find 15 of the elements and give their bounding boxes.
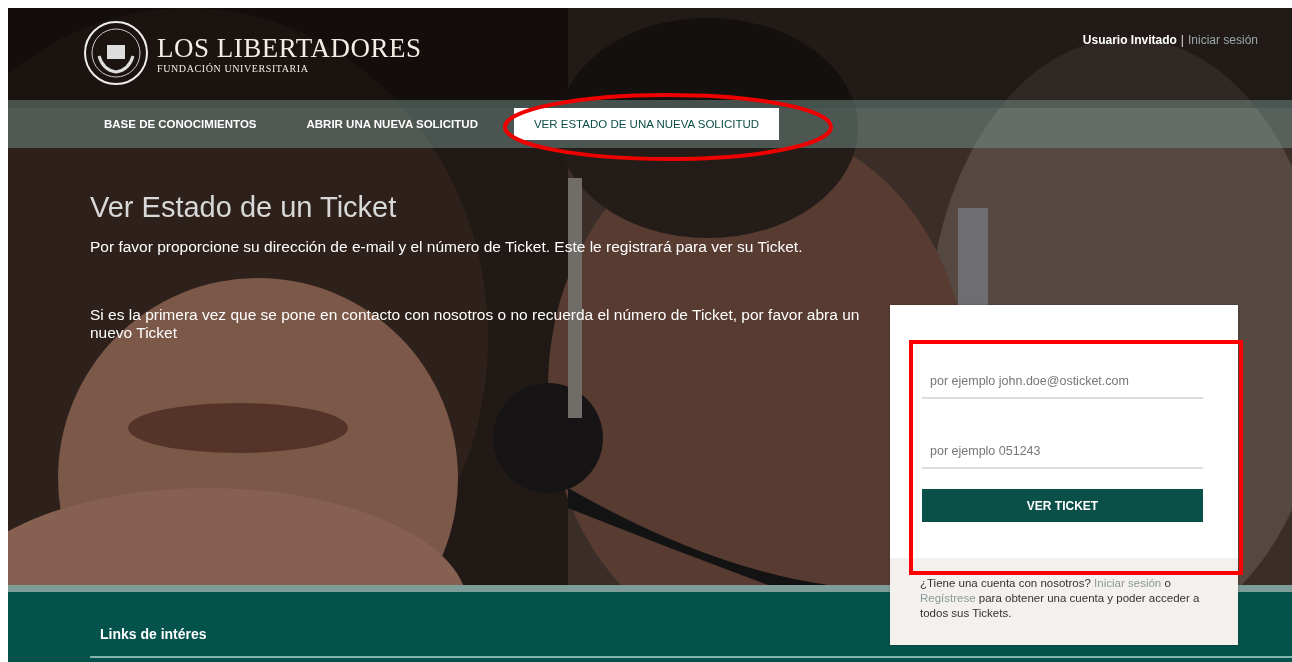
footer-heading: Links de intéres xyxy=(99,626,208,642)
seal-icon xyxy=(83,20,149,86)
account-note: ¿Tiene una cuenta con nosotros? Iniciar sesión o Regístrese para obtener una cuenta y poder acceder a todos sus Tickets. xyxy=(890,558,1238,645)
separator: | xyxy=(1180,33,1184,47)
nav-tab[interactable]: BASE DE CONOCIMIENTOS xyxy=(84,108,277,140)
nav-tab[interactable]: VER ESTADO DE UNA NUEVA SOLICITUD xyxy=(513,108,780,140)
paragraph: Si es la primera vez que se pone en contacto con nosotros o no recuerda el número de Ticket, por favor abra un nuevo Ticket xyxy=(90,306,861,342)
nav-tab[interactable]: ABRIR UNA NUEVA SOLICITUD xyxy=(286,108,498,140)
paragraph: Por favor proporcione su dirección de e-mail y el número de Ticket. Este le registrará para ver su Ticket. xyxy=(90,238,804,256)
logo-subtitle: FUNDACIÓN UNIVERSITARIA xyxy=(157,62,310,74)
user-label: Usuario Invitado xyxy=(1082,33,1177,47)
view-ticket-button[interactable]: VER TICKET xyxy=(922,489,1203,522)
logo-title: LOS LIBERTADORES xyxy=(157,32,422,63)
login-link[interactable]: Iniciar sesión xyxy=(1187,33,1258,47)
page-title: Ver Estado de un Ticket xyxy=(90,190,398,224)
